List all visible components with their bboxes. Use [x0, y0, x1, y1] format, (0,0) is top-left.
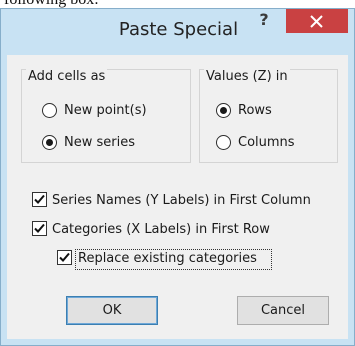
replace-categories-option[interactable]: Replace existing categories [57, 249, 287, 271]
columns-label: Columns [238, 135, 295, 150]
help-button[interactable]: ? [247, 9, 281, 33]
new-points-radio[interactable] [42, 103, 57, 118]
values-in-group: Values (Z) in Rows Columns [199, 69, 338, 163]
series-names-checkbox[interactable] [32, 192, 47, 207]
rows-radio[interactable] [216, 103, 231, 118]
add-cells-as-legend: Add cells as [26, 69, 108, 85]
new-points-label: New point(s) [64, 103, 147, 118]
dialog-body: Add cells as New point(s) New series Val… [7, 55, 348, 339]
series-names-option[interactable]: Series Names (Y Labels) in First Column [32, 191, 342, 213]
new-series-option[interactable]: New series [42, 133, 172, 155]
series-names-label: Series Names (Y Labels) in First Column [52, 193, 311, 208]
values-in-legend: Values (Z) in [204, 69, 290, 85]
background-text: following box: [4, 0, 99, 8]
checkmark-icon [34, 223, 45, 233]
background-text-fragment: following box: [0, 0, 355, 8]
columns-radio[interactable] [216, 135, 231, 150]
categories-option[interactable]: Categories (X Labels) in First Row [32, 220, 342, 242]
replace-categories-label: Replace existing categories [78, 251, 257, 266]
rows-option[interactable]: Rows [216, 101, 326, 123]
new-series-radio[interactable] [42, 135, 57, 150]
replace-categories-checkbox[interactable] [57, 250, 72, 265]
columns-option[interactable]: Columns [216, 133, 326, 155]
cancel-button[interactable]: Cancel [237, 296, 329, 325]
add-cells-as-group: Add cells as New point(s) New series [21, 69, 191, 163]
title-bar[interactable]: Paste Special ? [1, 9, 354, 55]
categories-label: Categories (X Labels) in First Row [52, 222, 270, 237]
categories-checkbox[interactable] [32, 221, 47, 236]
close-button[interactable] [286, 9, 348, 33]
close-icon [310, 15, 323, 28]
checkmark-icon [59, 252, 70, 262]
ok-button[interactable]: OK [66, 296, 158, 325]
rows-label: Rows [238, 103, 272, 118]
new-points-option[interactable]: New point(s) [42, 101, 172, 123]
new-series-label: New series [64, 135, 135, 150]
paste-special-dialog: Paste Special ? Add cells as New point(s… [0, 8, 355, 346]
checkmark-icon [34, 194, 45, 204]
